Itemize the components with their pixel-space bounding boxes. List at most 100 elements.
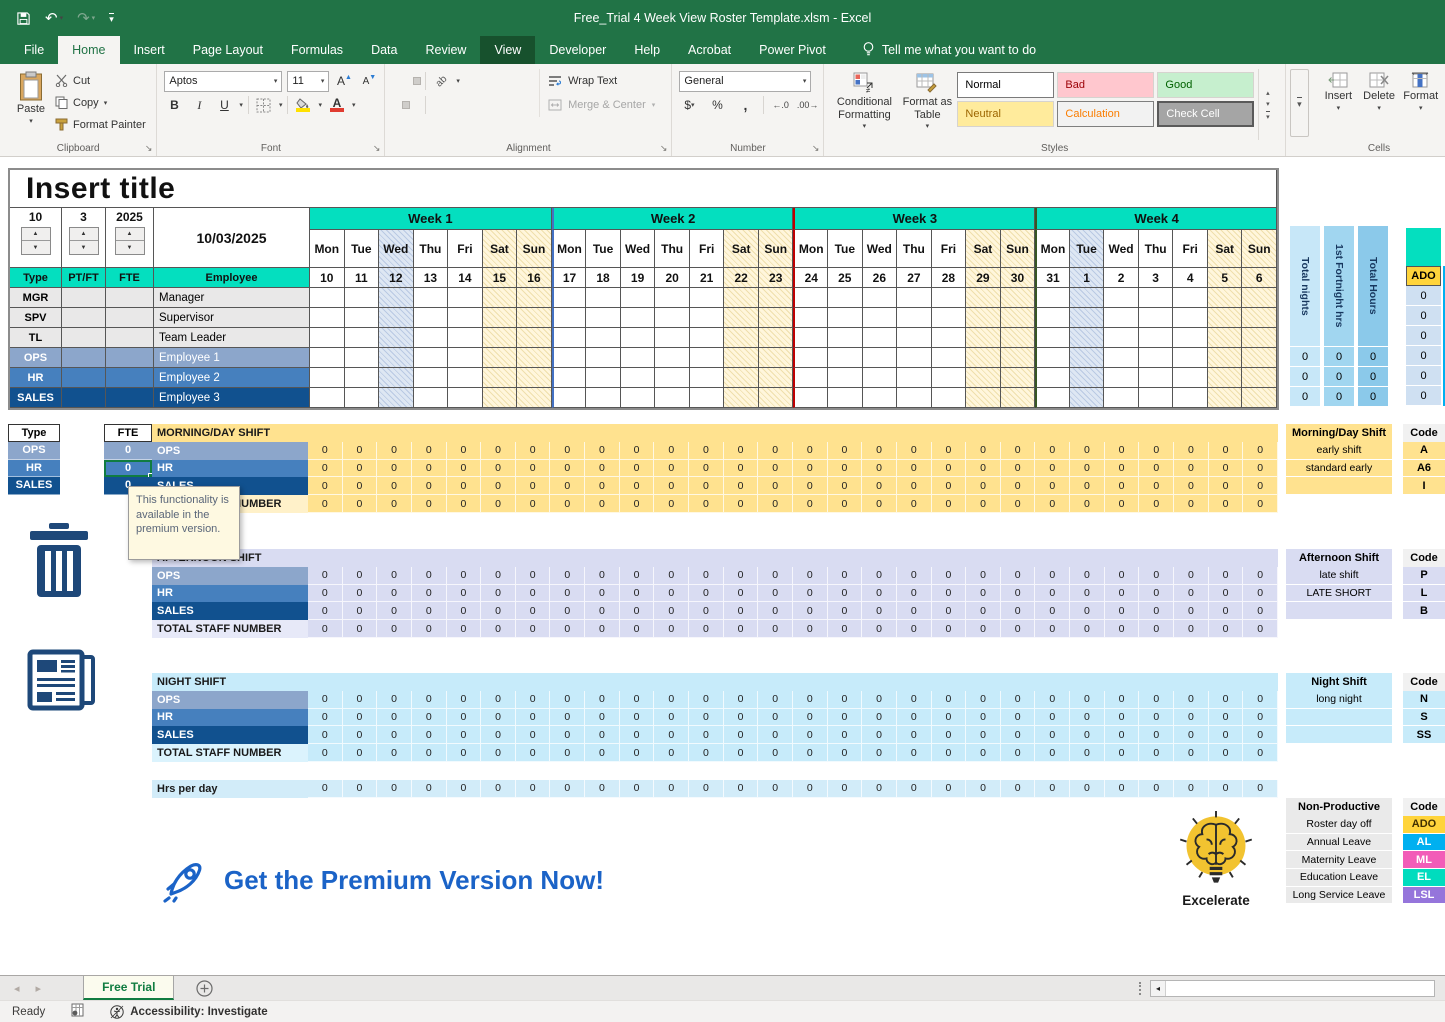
roster-day-cell[interactable] [759, 308, 794, 328]
roster-day-cell[interactable] [690, 368, 725, 388]
shift-value-cell[interactable]: 0 [516, 477, 551, 495]
legend-label-cell[interactable]: Education Leave [1286, 869, 1392, 887]
hrs-per-day-cell[interactable]: 0 [1070, 780, 1105, 798]
italic-button[interactable]: I [189, 95, 209, 116]
roster-day-cell[interactable] [1104, 368, 1139, 388]
shift-value-cell[interactable]: 0 [585, 585, 620, 603]
roster-day-cell[interactable] [759, 348, 794, 368]
hrs-per-day-cell[interactable]: 0 [654, 780, 689, 798]
shift-value-cell[interactable]: 0 [724, 460, 759, 478]
shift-value-cell[interactable]: 0 [689, 744, 724, 762]
roster-day-cell[interactable] [897, 368, 932, 388]
shift-value-cell[interactable]: 0 [654, 709, 689, 727]
roster-day-cell[interactable] [345, 348, 380, 368]
roster-day-cell[interactable] [1139, 308, 1174, 328]
spinner-down-button[interactable]: ▼ [22, 241, 50, 254]
newspaper-icon[interactable] [26, 647, 98, 713]
legend-code-header[interactable]: Code [1403, 798, 1445, 816]
shift-value-cell[interactable]: 0 [758, 585, 793, 603]
roster-day-cell[interactable] [828, 328, 863, 348]
shift-value-cell[interactable]: 0 [758, 602, 793, 620]
shift-value-cell[interactable]: 0 [793, 620, 828, 638]
day-number-cell[interactable]: 21 [690, 268, 725, 288]
font-dialog-launcher[interactable]: ↘ [373, 143, 381, 154]
shift-value-cell[interactable]: 0 [932, 620, 967, 638]
day-number-cell[interactable]: 3 [1139, 268, 1174, 288]
shift-value-cell[interactable]: 0 [862, 495, 897, 513]
roster-day-cell[interactable] [621, 308, 656, 328]
roster-day-cell[interactable] [448, 388, 483, 408]
legend-label-cell[interactable] [1286, 602, 1392, 620]
day-number-cell[interactable]: 16 [517, 268, 552, 288]
shift-value-cell[interactable]: 0 [862, 726, 897, 744]
shift-value-cell[interactable]: 0 [862, 477, 897, 495]
day-number-cell[interactable]: 15 [483, 268, 518, 288]
shift-value-cell[interactable]: 0 [343, 620, 378, 638]
shift-value-cell[interactable]: 0 [412, 442, 447, 460]
shift-row-label[interactable]: TOTAL STAFF NUMBER [152, 744, 308, 762]
shift-value-cell[interactable]: 0 [516, 460, 551, 478]
roster-day-cell[interactable] [586, 368, 621, 388]
shift-value-cell[interactable]: 0 [1035, 602, 1070, 620]
roster-day-cell[interactable] [552, 348, 587, 368]
day-number-cell[interactable]: 22 [724, 268, 759, 288]
day-name-cell[interactable]: Wed [621, 230, 656, 268]
roster-day-cell[interactable] [1070, 328, 1105, 348]
shift-value-cell[interactable]: 0 [654, 460, 689, 478]
day-number-cell[interactable]: 10 [310, 268, 345, 288]
roster-day-cell[interactable] [932, 288, 967, 308]
employee-type-cell[interactable]: SALES [10, 388, 62, 408]
roster-day-cell[interactable] [552, 368, 587, 388]
hours-total-cell[interactable]: 0 [1358, 366, 1388, 386]
shift-value-cell[interactable]: 0 [412, 691, 447, 709]
hrs-per-day-cell[interactable]: 0 [447, 780, 482, 798]
shift-value-cell[interactable]: 0 [620, 620, 655, 638]
shift-value-cell[interactable]: 0 [724, 744, 759, 762]
day-number-cell[interactable]: 2 [1104, 268, 1139, 288]
roster-day-cell[interactable] [1208, 388, 1243, 408]
shift-value-cell[interactable]: 0 [654, 620, 689, 638]
shift-value-cell[interactable]: 0 [654, 602, 689, 620]
shift-value-cell[interactable]: 0 [620, 709, 655, 727]
hrs-per-day-cell[interactable]: 0 [1139, 780, 1174, 798]
shrink-font-button[interactable]: A▼ [359, 71, 379, 92]
shift-value-cell[interactable]: 0 [793, 442, 828, 460]
shift-value-cell[interactable]: 0 [862, 602, 897, 620]
gallery-down-button[interactable]: ▾ [1266, 100, 1270, 108]
shift-value-cell[interactable]: 0 [966, 477, 1001, 495]
shift-value-cell[interactable]: 0 [758, 691, 793, 709]
ribbon-tab-file[interactable]: File [10, 36, 58, 64]
roster-day-cell[interactable] [690, 348, 725, 368]
roster-day-cell[interactable] [1242, 328, 1277, 348]
fte-value-cell[interactable]: 0 [104, 460, 152, 478]
roster-day-cell[interactable] [897, 288, 932, 308]
decrease-decimal-button[interactable]: .00→ [797, 100, 819, 110]
shift-row-label[interactable]: TOTAL STAFF NUMBER [152, 620, 308, 638]
format-as-table-button[interactable]: Format as Table▾ [897, 69, 957, 140]
shift-value-cell[interactable]: 0 [828, 567, 863, 585]
shift-value-cell[interactable]: 0 [897, 709, 932, 727]
shift-value-cell[interactable]: 0 [1209, 602, 1244, 620]
column-header-fte[interactable]: FTE [106, 268, 154, 288]
day-name-cell[interactable]: Thu [897, 230, 932, 268]
shift-value-cell[interactable]: 0 [550, 495, 585, 513]
day-number-cell[interactable]: 20 [655, 268, 690, 288]
legend-label-cell[interactable]: standard early [1286, 460, 1392, 478]
bold-button[interactable]: B [164, 95, 184, 116]
roster-day-cell[interactable] [414, 288, 449, 308]
hrs-per-day-cell[interactable]: 0 [377, 780, 412, 798]
shift-value-cell[interactable]: 0 [1105, 744, 1140, 762]
shift-value-cell[interactable]: 0 [932, 442, 967, 460]
shift-value-cell[interactable]: 0 [1105, 460, 1140, 478]
roster-day-cell[interactable] [828, 308, 863, 328]
shift-value-cell[interactable]: 0 [828, 442, 863, 460]
roster-day-cell[interactable] [1001, 368, 1036, 388]
roster-day-cell[interactable] [1104, 328, 1139, 348]
roster-day-cell[interactable] [483, 288, 518, 308]
shift-value-cell[interactable]: 0 [897, 744, 932, 762]
shift-value-cell[interactable]: 0 [932, 460, 967, 478]
number-dialog-launcher[interactable]: ↘ [812, 143, 820, 154]
shift-value-cell[interactable]: 0 [966, 709, 1001, 727]
shift-value-cell[interactable]: 0 [412, 477, 447, 495]
shift-value-cell[interactable]: 0 [308, 744, 343, 762]
